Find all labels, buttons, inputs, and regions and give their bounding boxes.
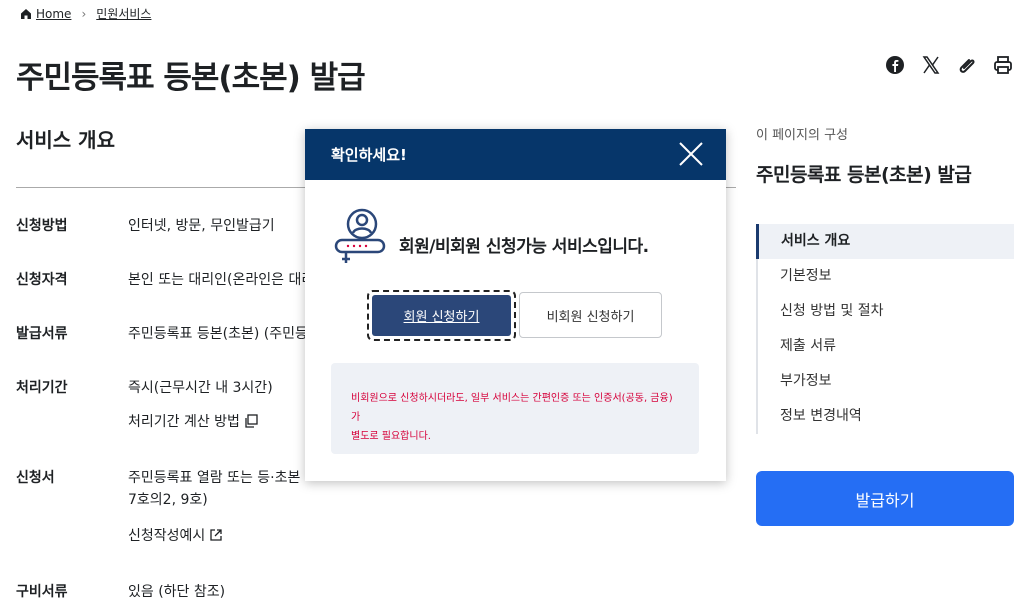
notice-box: 비회원으로 신청하시더라도, 일부 서비스는 간편인증 또는 인증서(공동, 금… [331, 363, 699, 454]
section-title: 서비스 개요 [16, 128, 115, 152]
toc-item-overview[interactable]: 서비스 개요 [756, 224, 1014, 259]
processing-time-link-label: 처리기간 계산 방법 [128, 414, 240, 430]
modal-header: 확인하세요! [305, 129, 726, 180]
toc-nav: 서비스 개요 기본정보 신청 방법 및 절차 제출 서류 부가정보 정보 변경내… [756, 224, 1014, 434]
processing-time-link[interactable]: 처리기간 계산 방법 [128, 411, 258, 431]
x-icon[interactable] [920, 54, 942, 76]
application-example-link[interactable]: 신청작성예시 [128, 525, 223, 545]
breadcrumb: Home › 민원서비스 [20, 5, 151, 22]
issue-button[interactable]: 발급하기 [756, 471, 1014, 526]
info-value: 있음 (하단 참조) [128, 584, 226, 600]
info-label: 신청자격 [16, 272, 68, 288]
toc-item-history[interactable]: 정보 변경내역 [758, 399, 1014, 434]
info-label: 신청서 [16, 470, 55, 486]
guest-apply-button[interactable]: 비회원 신청하기 [519, 292, 662, 338]
external-link-icon [210, 529, 222, 541]
info-value: 본인 또는 대리인(온라인은 대리 [128, 272, 315, 288]
notice-text-line1: 비회원으로 신청하시더라도, 일부 서비스는 간편인증 또는 인증서(공동, 금… [351, 393, 673, 423]
close-icon[interactable] [678, 141, 704, 167]
member-button-focus-ring: 회원 신청하기 [367, 290, 516, 341]
toc-item-documents[interactable]: 제출 서류 [758, 329, 1014, 364]
info-label: 처리기간 [16, 380, 68, 396]
chevron-right-icon: › [81, 6, 87, 21]
user-login-icon [334, 208, 386, 263]
member-apply-button[interactable]: 회원 신청하기 [372, 295, 511, 336]
modal-message: 회원/비회원 신청가능 서비스입니다. [399, 237, 649, 257]
info-label: 신청방법 [16, 218, 68, 234]
facebook-icon[interactable] [884, 54, 906, 76]
info-value-continued: 7호의2, 9호) [128, 492, 208, 508]
toc-item-basic-info[interactable]: 기본정보 [758, 259, 1014, 294]
breadcrumb-home-link[interactable]: Home [36, 7, 71, 21]
info-label: 구비서류 [16, 584, 68, 600]
toc-heading: 주민등록표 등본(초본) 발급 [756, 164, 972, 186]
breadcrumb-current-link[interactable]: 민원서비스 [96, 5, 151, 22]
home-icon [21, 8, 31, 19]
copy-icon [245, 414, 258, 428]
info-label: 발급서류 [16, 326, 68, 342]
info-value: 주민등록표 열람 또는 등·초본 [128, 470, 301, 486]
info-value: 주민등록표 등본(초본) (주민등 [128, 326, 308, 342]
application-example-link-label: 신청작성예시 [128, 528, 206, 544]
info-value: 즉시(근무시간 내 3시간) [128, 380, 273, 396]
confirm-modal: 확인하세요! 회원/비회원 신청가능 서비스입니다. 회원 신청하기 비회원 신… [305, 129, 726, 481]
link-icon[interactable] [956, 54, 978, 76]
page-title: 주민등록표 등본(초본) 발급 [16, 60, 366, 96]
notice-text-line2: 별도로 필요합니다. [351, 431, 431, 442]
share-toolbar [884, 54, 1014, 76]
toc-item-additional[interactable]: 부가정보 [758, 364, 1014, 399]
toc-item-method[interactable]: 신청 방법 및 절차 [758, 294, 1014, 329]
toc-title: 이 페이지의 구성 [756, 128, 848, 143]
print-icon[interactable] [992, 54, 1014, 76]
info-value: 인터넷, 방문, 무인발급기 [128, 218, 275, 234]
modal-title: 확인하세요! [331, 146, 407, 164]
